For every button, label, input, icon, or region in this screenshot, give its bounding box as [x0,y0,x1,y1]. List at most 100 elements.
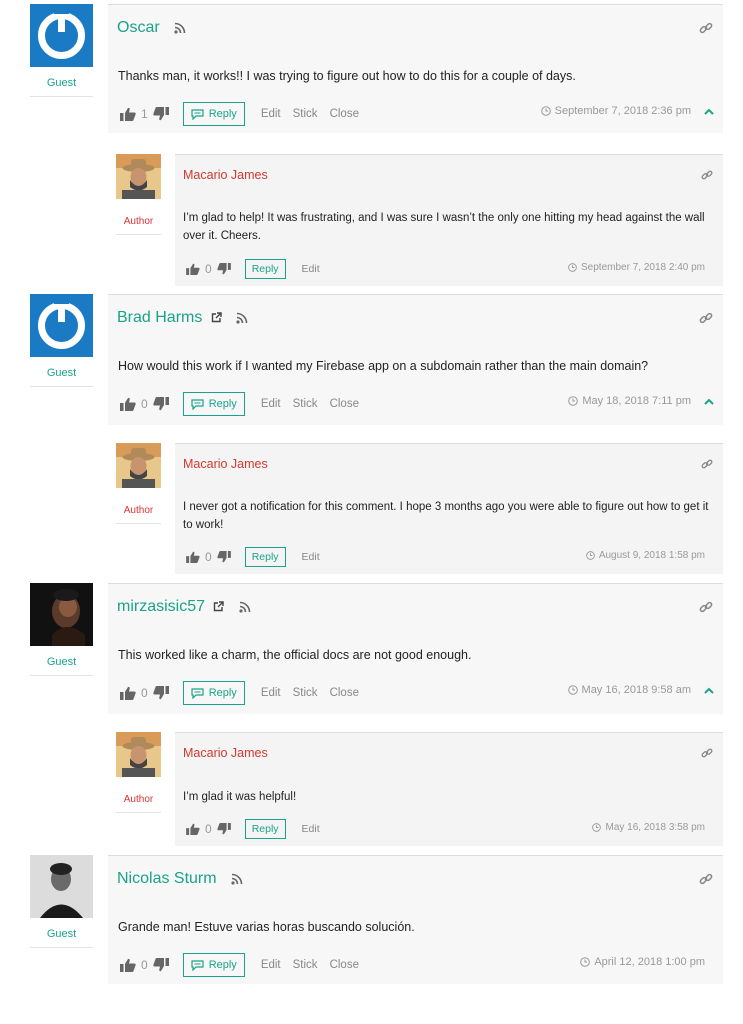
reply-button[interactable]: Reply [182,953,245,977]
clock-icon [568,263,577,272]
edit-link[interactable]: Edit [302,551,320,563]
clock-icon [567,685,578,695]
close-link[interactable]: Close [330,687,359,699]
avatar-column: Author [116,443,161,524]
thumbs-up-icon[interactable] [120,686,136,700]
thumbs-up-icon[interactable] [186,823,200,835]
vote-count: 0 [205,550,212,564]
author-name-text[interactable]: mirzasisic57 [117,598,205,615]
comment-date[interactable]: May 18, 2018 7:11 pm [568,395,691,407]
thumbs-up-icon[interactable] [186,551,200,563]
clock-icon [580,957,591,967]
permalink-icon[interactable] [699,872,713,886]
reply-button[interactable]: Reply [182,102,245,126]
permalink-icon[interactable] [699,21,713,35]
permalink-icon[interactable] [699,311,713,325]
rss-icon[interactable] [231,873,243,885]
vote-controls: 0 [120,958,169,972]
author-name[interactable]: Macario James [183,746,268,760]
edit-link[interactable]: Edit [261,687,281,699]
author-name[interactable]: Macario James [183,457,268,471]
rss-icon[interactable] [174,22,186,34]
reply-button[interactable]: Reply [244,547,286,567]
avatar-column: Author [116,154,161,235]
reply-button[interactable]: Reply [182,681,245,705]
permalink-icon[interactable] [701,169,713,181]
author-name[interactable]: Oscar [117,19,186,37]
rss-icon[interactable] [239,601,251,613]
reply-bubble-icon [191,959,204,971]
avatar[interactable] [116,443,161,488]
comment-date[interactable]: September 7, 2018 2:36 pm [540,105,691,117]
author-name-text[interactable]: Brad Harms [117,309,202,326]
thumbs-up-icon[interactable] [120,397,136,411]
author-name[interactable]: mirzasisic57 [117,598,251,616]
stick-link[interactable]: Stick [293,398,318,410]
author-name-text[interactable]: Oscar [117,19,160,36]
comment-text: How would this work if I wanted my Fireb… [118,359,649,373]
permalink-icon[interactable] [701,458,713,470]
comment-date[interactable]: April 12, 2018 1:00 pm [580,956,705,968]
comment-date[interactable]: May 16, 2018 9:58 am [567,684,691,696]
role-badge: Author [116,215,161,235]
thumbs-up-icon[interactable] [120,958,136,972]
close-link[interactable]: Close [330,959,359,971]
permalink-icon[interactable] [701,747,713,759]
avatar[interactable] [30,855,93,918]
reply-button[interactable]: Reply [182,392,245,416]
thumbs-down-icon[interactable] [152,958,169,972]
edit-link[interactable]: Edit [302,263,320,275]
close-link[interactable]: Close [330,108,359,120]
vote-count: 0 [205,822,212,836]
thumbs-down-icon[interactable] [152,397,169,411]
avatar[interactable] [116,154,161,199]
thumbs-down-icon[interactable] [217,263,231,275]
stick-link[interactable]: Stick [293,959,318,971]
edit-link[interactable]: Edit [261,398,281,410]
thumbs-down-icon[interactable] [152,107,169,121]
author-name-text[interactable]: Nicolas Sturm [117,870,217,887]
author-name[interactable]: Nicolas Sturm [117,870,243,888]
vote-controls: 0 [120,686,169,700]
chevron-up-icon[interactable] [704,397,714,407]
avatar[interactable] [30,583,93,646]
vote-controls: 1 [120,107,169,121]
comment-date[interactable]: May 16, 2018 3:58 pm [592,822,705,833]
comment: Guest Oscar Thanks man, it works!! I was… [0,0,743,150]
thumbs-down-icon[interactable] [217,551,231,563]
chevron-up-icon[interactable] [704,686,714,696]
rss-icon[interactable] [236,312,248,324]
external-link-icon[interactable] [211,312,222,323]
comment-body: mirzasisic57 This worked like a charm, t… [108,583,723,714]
comment: Guest Brad Harms How would this work if … [0,290,743,440]
avatar[interactable] [116,732,161,777]
permalink-icon[interactable] [699,600,713,614]
comment-date[interactable]: September 7, 2018 2:40 pm [568,262,705,273]
thumbs-down-icon[interactable] [217,823,231,835]
external-link-icon[interactable] [213,601,225,612]
reply-bubble-icon [191,687,204,699]
reply-button-label: Reply [208,108,237,120]
author-name[interactable]: Macario James [183,168,268,182]
edit-link[interactable]: Edit [302,823,320,835]
thumbs-up-icon[interactable] [120,107,136,121]
avatar[interactable] [30,294,93,357]
stick-link[interactable]: Stick [293,108,318,120]
edit-link[interactable]: Edit [261,108,281,120]
comment: Guest Nicolas Sturm Grande man! Estuve v… [0,851,743,991]
edit-link[interactable]: Edit [261,959,281,971]
comment-date[interactable]: August 9, 2018 1:58 pm [585,550,705,561]
close-link[interactable]: Close [330,398,359,410]
thumbs-up-icon[interactable] [186,263,200,275]
role-badge: Author [116,504,161,524]
reply-button[interactable]: Reply [244,819,286,839]
avatar[interactable] [30,4,93,67]
thumbs-down-icon[interactable] [152,686,169,700]
author-name[interactable]: Brad Harms [117,309,248,327]
chevron-up-icon[interactable] [704,107,714,117]
reply-button[interactable]: Reply [244,259,286,279]
avatar-column: Guest [30,294,93,387]
avatar-column: Guest [30,583,93,676]
stick-link[interactable]: Stick [293,687,318,699]
comment-body: Oscar Thanks man, it works!! I was tryin… [108,4,723,133]
